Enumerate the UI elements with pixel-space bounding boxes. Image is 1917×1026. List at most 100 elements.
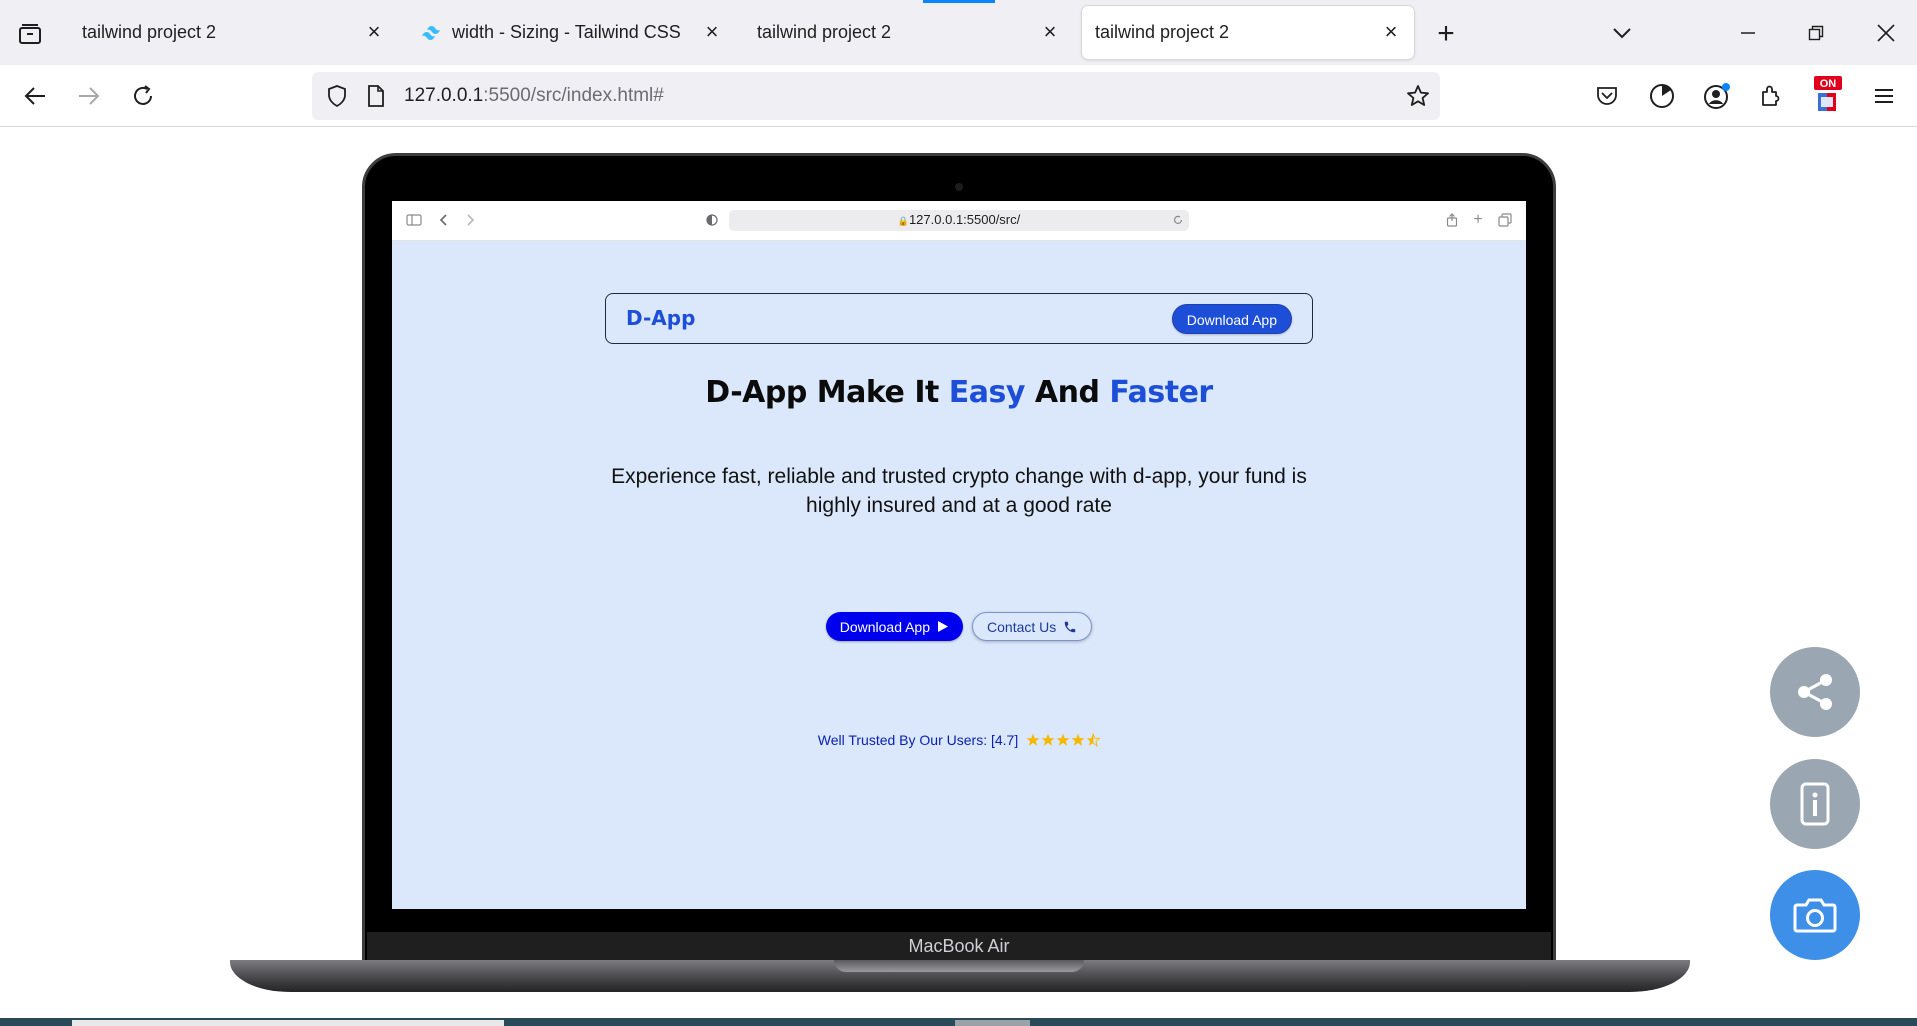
lock-icon: 🔒 bbox=[897, 216, 909, 226]
plus-icon[interactable]: + bbox=[1468, 210, 1488, 230]
restore-icon bbox=[1808, 25, 1824, 41]
tab-4-active[interactable]: tailwind project 2 × bbox=[1082, 6, 1414, 59]
extension-on-icon: ON bbox=[1814, 76, 1842, 111]
reload-button[interactable] bbox=[126, 79, 160, 113]
close-icon[interactable]: × bbox=[1039, 21, 1061, 43]
screenshot-fab-button[interactable] bbox=[1770, 870, 1860, 960]
hero-title-part1: D-App Make It bbox=[705, 375, 949, 410]
site-logo[interactable]: D-App bbox=[626, 306, 695, 330]
tab-title: tailwind project 2 bbox=[757, 22, 892, 42]
reload-icon[interactable] bbox=[1173, 215, 1183, 225]
download-app-button[interactable]: Download App bbox=[825, 612, 964, 641]
arrow-left-icon bbox=[24, 87, 45, 105]
tabs-overview-icon[interactable] bbox=[1495, 210, 1515, 230]
laptop-bezel-bottom: MacBook Air bbox=[367, 932, 1551, 960]
extension-timer-button[interactable] bbox=[1645, 79, 1679, 113]
share-icon bbox=[1798, 674, 1832, 710]
tab-strip: tailwind project 2 × width - Sizing - Ta… bbox=[0, 0, 1917, 65]
forward-button[interactable] bbox=[72, 79, 106, 113]
tab-title: tailwind project 2 bbox=[1095, 22, 1230, 42]
back-button[interactable] bbox=[18, 79, 52, 113]
extension-on-button[interactable]: ON bbox=[1811, 73, 1845, 115]
extensions-button[interactable] bbox=[1754, 79, 1788, 113]
close-icon[interactable]: × bbox=[701, 21, 723, 43]
shield-icon bbox=[328, 85, 346, 107]
menu-button[interactable] bbox=[1867, 79, 1901, 113]
privacy-shield-icon bbox=[702, 210, 722, 230]
nav-download-app-button[interactable]: Download App bbox=[1171, 304, 1292, 334]
star-icon bbox=[1026, 733, 1040, 746]
tab-overview-icon bbox=[19, 24, 41, 44]
page-icon bbox=[368, 85, 384, 107]
safari-url-value: 127.0.0.1:5500/src/ bbox=[908, 212, 1021, 227]
pocket-icon bbox=[1597, 87, 1617, 105]
taskbar-segment bbox=[955, 1020, 1030, 1026]
chevron-left-icon[interactable] bbox=[434, 210, 454, 230]
tab-1[interactable]: tailwind project 2 × bbox=[69, 6, 397, 59]
timer-icon bbox=[1650, 84, 1674, 108]
url-bar[interactable]: 127.0.0.1:5500/src/index.html# bbox=[312, 72, 1440, 120]
tailwind-favicon-icon bbox=[422, 25, 440, 40]
taskbar-segment bbox=[72, 1020, 504, 1026]
half-star-icon bbox=[1086, 733, 1101, 747]
tab-2[interactable]: width - Sizing - Tailwind CSS × bbox=[407, 6, 735, 59]
laptop-hinge-notch bbox=[834, 960, 1084, 972]
close-window-button[interactable] bbox=[1869, 16, 1903, 50]
new-tab-button[interactable]: + bbox=[1430, 17, 1462, 50]
rating-stars bbox=[1026, 733, 1101, 747]
chevron-down-icon bbox=[1613, 28, 1631, 39]
url-text: 127.0.0.1:5500/src/index.html# bbox=[404, 85, 664, 107]
camera-dot bbox=[955, 183, 963, 191]
device-info-fab-button[interactable] bbox=[1770, 759, 1860, 849]
reload-icon bbox=[134, 85, 152, 105]
tab-title: tailwind project 2 bbox=[82, 22, 217, 42]
minimize-icon bbox=[1741, 32, 1755, 34]
hero-title-highlight-faster: Faster bbox=[1109, 375, 1213, 410]
url-host: 127.0.0.1 bbox=[404, 85, 484, 106]
pocket-button[interactable] bbox=[1590, 79, 1624, 113]
hero-title: D-App Make It Easy And Faster bbox=[392, 375, 1526, 410]
chevron-right-icon[interactable] bbox=[460, 210, 480, 230]
device-label: MacBook Air bbox=[908, 935, 1010, 956]
tab-3[interactable]: tailwind project 2 × bbox=[745, 6, 1073, 59]
tab-audio-indicator bbox=[923, 0, 995, 3]
laptop-screen: 🔒127.0.0.1:5500/src/ + D-App Download Ap… bbox=[392, 201, 1526, 909]
hamburger-menu-icon bbox=[1875, 89, 1893, 103]
site-navbar: D-App Download App bbox=[605, 293, 1313, 344]
contact-us-button[interactable]: Contact Us bbox=[972, 612, 1093, 641]
close-icon[interactable]: × bbox=[363, 21, 385, 43]
close-icon[interactable]: × bbox=[1380, 21, 1402, 43]
hero-title-highlight-easy: Easy bbox=[948, 375, 1026, 410]
bookmark-star-icon[interactable] bbox=[1406, 84, 1430, 108]
trust-rating: Well Trusted By Our Users: [4.7] bbox=[392, 732, 1526, 748]
share-fab-button[interactable] bbox=[1770, 647, 1860, 737]
bottom-taskbar-strip bbox=[0, 1018, 1917, 1026]
hero-subtitle: Experience fast, reliable and trusted cr… bbox=[611, 465, 1307, 517]
list-tabs-button[interactable] bbox=[1605, 16, 1639, 50]
tab-title: width - Sizing - Tailwind CSS bbox=[452, 22, 681, 42]
hero-title-part2: And bbox=[1024, 375, 1110, 410]
tab-overview-button[interactable] bbox=[14, 19, 46, 49]
close-icon bbox=[1877, 24, 1895, 42]
restore-button[interactable] bbox=[1799, 16, 1833, 50]
star-icon bbox=[1056, 733, 1070, 746]
navigation-toolbar: 127.0.0.1:5500/src/index.html# ON bbox=[0, 65, 1917, 127]
safari-url-field[interactable]: 🔒127.0.0.1:5500/src/ bbox=[729, 210, 1189, 231]
sidebar-icon[interactable] bbox=[404, 210, 424, 230]
puzzle-icon bbox=[1762, 85, 1780, 106]
star-icon bbox=[1071, 733, 1085, 746]
safari-toolbar: 🔒127.0.0.1:5500/src/ + bbox=[392, 201, 1526, 241]
url-path: :5500/src/index.html# bbox=[483, 85, 664, 106]
account-icon bbox=[1704, 83, 1730, 109]
trust-text: Well Trusted By Our Users: [4.7] bbox=[817, 732, 1019, 748]
mobile-info-icon bbox=[1800, 782, 1830, 826]
phone-icon bbox=[1065, 621, 1076, 632]
minimize-button[interactable] bbox=[1731, 16, 1765, 50]
account-button[interactable] bbox=[1700, 79, 1734, 113]
arrow-right-icon bbox=[79, 87, 100, 105]
download-app-label: Download App bbox=[839, 618, 931, 635]
cta-row: Download App Contact Us bbox=[392, 612, 1526, 641]
contact-us-label: Contact Us bbox=[987, 618, 1057, 635]
play-icon bbox=[938, 621, 949, 632]
share-icon[interactable] bbox=[1442, 210, 1462, 230]
